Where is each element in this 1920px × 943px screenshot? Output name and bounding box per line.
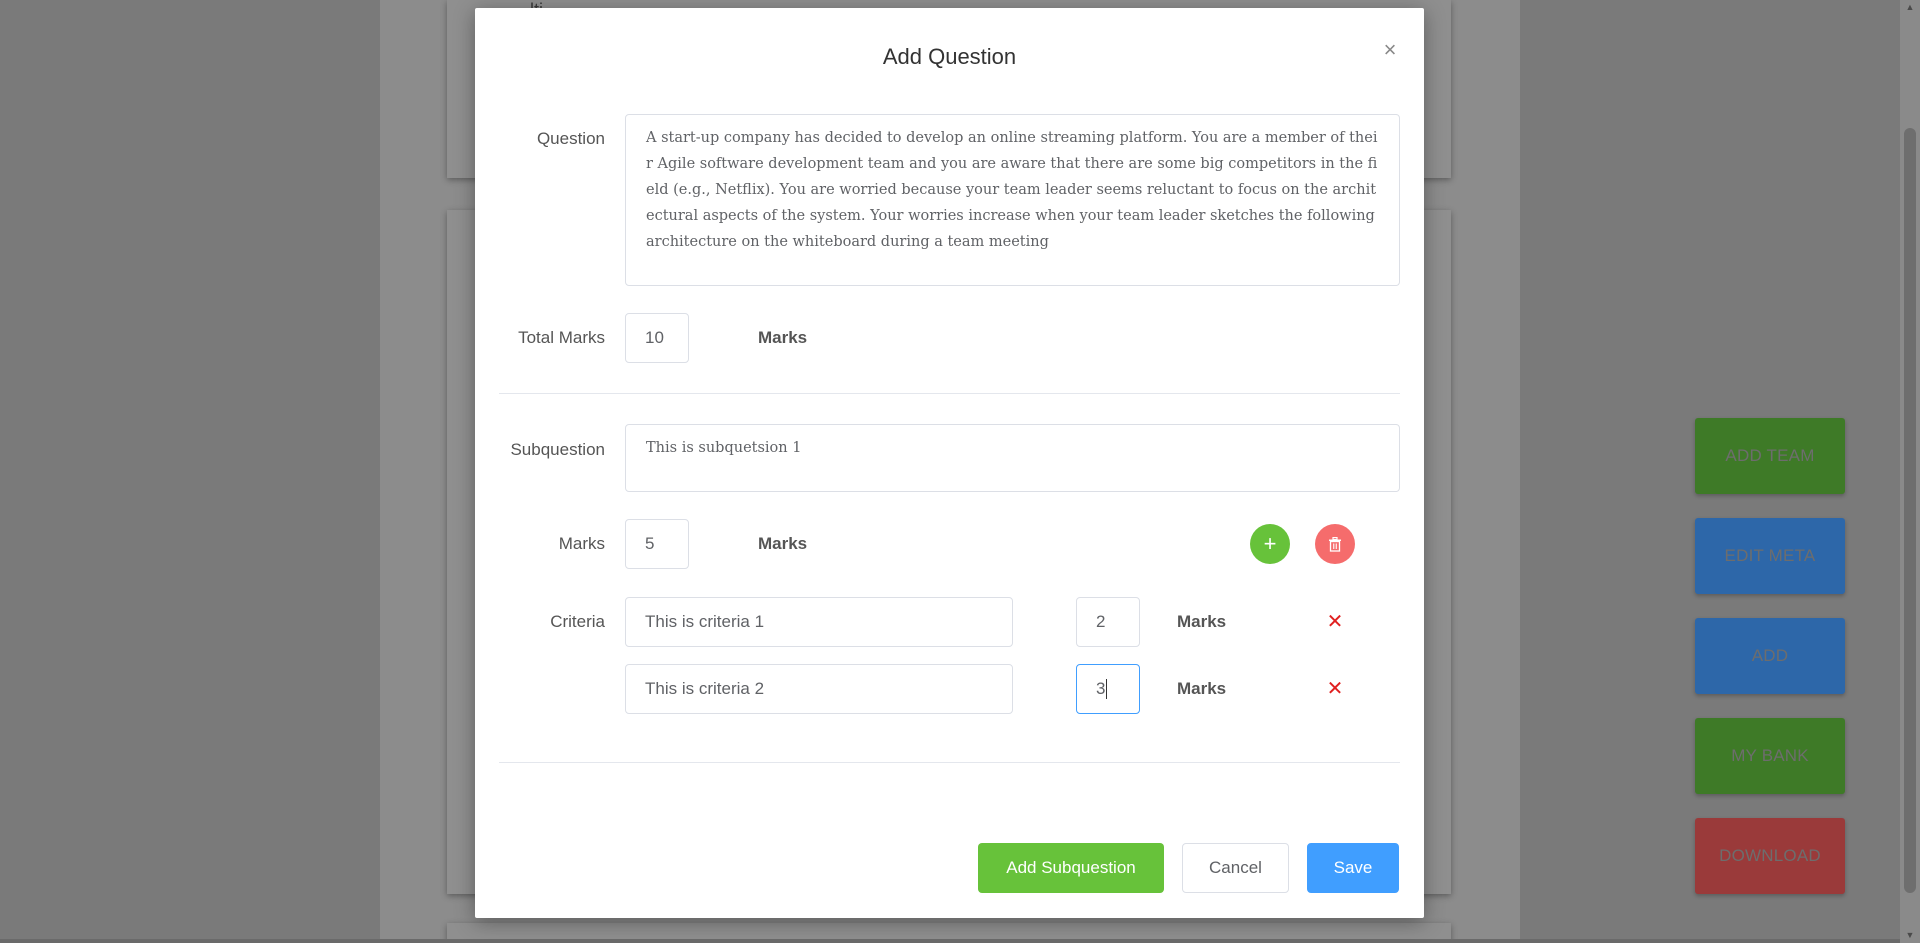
add-team-button[interactable]: ADD TEAM: [1695, 418, 1845, 494]
delete-subquestion-button[interactable]: [1315, 524, 1355, 564]
criteria-marks-input[interactable]: 3: [1076, 664, 1140, 714]
criteria-text-value: This is criteria 2: [645, 679, 765, 698]
criteria-text-input[interactable]: This is criteria 2: [625, 664, 1013, 714]
scrollbar-thumb[interactable]: [1904, 128, 1916, 893]
remove-criteria-icon[interactable]: ✕: [1326, 679, 1344, 699]
add-question-dialog: Add Question × Question A start-up compa…: [475, 8, 1424, 918]
criteria-text-input[interactable]: This is criteria 1: [625, 597, 1013, 647]
trash-icon: [1329, 536, 1341, 552]
text-caret: [1106, 679, 1108, 699]
criteria-marks-suffix: Marks: [1177, 612, 1227, 631]
my-bank-button[interactable]: MY BANK: [1695, 718, 1845, 794]
subquestion-marks-suffix: Marks: [758, 534, 808, 553]
divider: [499, 393, 1400, 394]
save-button[interactable]: Save: [1307, 843, 1399, 893]
criteria-text-value: This is criteria 1: [645, 612, 765, 631]
marks-label: Marks: [558, 534, 605, 553]
criteria-marks-input[interactable]: 2: [1076, 597, 1140, 647]
dialog-title: Add Question: [882, 44, 1017, 69]
download-button[interactable]: DOWNLOAD: [1695, 818, 1845, 894]
criteria-marks-suffix: Marks: [1177, 679, 1227, 698]
total-marks-suffix: Marks: [758, 328, 808, 347]
plus-icon: +: [1263, 531, 1277, 556]
total-marks-input[interactable]: 10: [625, 313, 689, 363]
scroll-down-icon[interactable]: ▼: [1905, 930, 1915, 940]
bottom-strip: [0, 939, 1900, 943]
add-criteria-button[interactable]: +: [1250, 524, 1290, 564]
total-marks-value: 10: [645, 328, 664, 347]
criteria-marks-value: 2: [1096, 612, 1106, 631]
scroll-up-icon[interactable]: ▲: [1905, 2, 1915, 12]
criteria-label: Criteria: [550, 612, 605, 631]
subquestion-label: Subquestion: [510, 440, 605, 459]
divider: [499, 762, 1400, 763]
remove-criteria-icon[interactable]: ✕: [1326, 612, 1344, 632]
add-button[interactable]: ADD: [1695, 618, 1845, 694]
add-subquestion-button[interactable]: Add Subquestion: [978, 843, 1164, 893]
subquestion-marks-value: 5: [645, 534, 655, 553]
close-icon[interactable]: ×: [1380, 39, 1400, 61]
cancel-button[interactable]: Cancel: [1182, 843, 1289, 893]
question-textarea[interactable]: A start-up company has decided to develo…: [625, 114, 1400, 286]
subquestion-marks-input[interactable]: 5: [625, 519, 689, 569]
total-marks-label: Total Marks: [518, 328, 605, 347]
criteria-marks-value: 3: [1096, 679, 1106, 698]
question-label: Question: [536, 129, 605, 148]
subquestion-textarea[interactable]: This is subquetsion 1: [625, 424, 1400, 492]
scrollbar[interactable]: ▲ ▼: [1900, 0, 1920, 943]
edit-meta-button[interactable]: EDIT META: [1695, 518, 1845, 594]
